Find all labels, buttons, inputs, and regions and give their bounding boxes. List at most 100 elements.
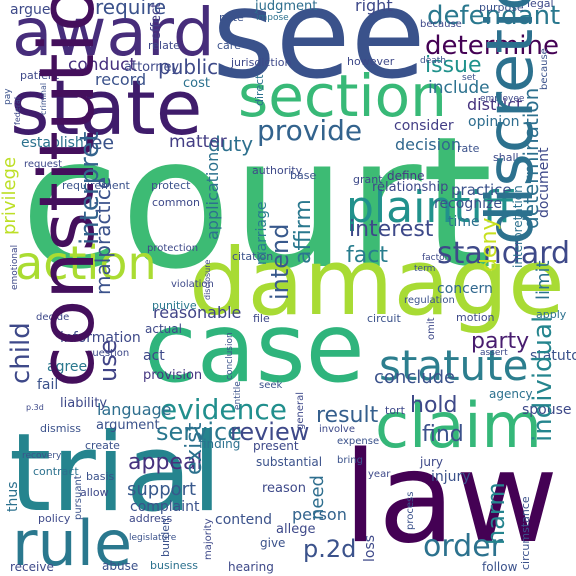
word-seek: relate xyxy=(148,39,180,52)
word-reasonable: decision xyxy=(395,135,461,154)
word-dismiss: relationship xyxy=(372,180,449,195)
word-however: jury xyxy=(420,455,443,469)
word-individual: regulation xyxy=(404,295,455,306)
word-authority: thus xyxy=(5,481,21,512)
word-process: assert xyxy=(480,348,508,358)
word-note: reason xyxy=(262,481,306,496)
word-criminal: federal xyxy=(13,96,22,125)
word-thus: year xyxy=(368,469,391,480)
word-base: policy xyxy=(38,512,71,525)
word-circumstance: circumstance xyxy=(519,496,532,570)
word-area: term xyxy=(414,264,436,274)
word-statutory: limit xyxy=(533,260,554,300)
word-majority: p.3d xyxy=(26,403,44,412)
word-support: affirm xyxy=(291,199,316,264)
word-citation: business xyxy=(150,559,198,572)
word-requirement: abuse xyxy=(102,559,139,573)
word-because: contend xyxy=(215,512,272,528)
word-motion: concern xyxy=(437,281,493,297)
word-effect: seek xyxy=(259,380,283,391)
word-allow: tort xyxy=(385,404,405,417)
word-interpretation: majority xyxy=(203,518,214,561)
word-violate: process xyxy=(405,491,416,530)
word-establish: harm xyxy=(482,482,510,545)
word-year: care xyxy=(217,39,241,52)
word-fail: matter xyxy=(169,132,227,152)
word-relationship: judgment xyxy=(255,0,318,14)
word-care: give xyxy=(260,536,286,550)
word-argue: exist xyxy=(182,422,207,475)
word-define: effect xyxy=(149,2,164,40)
word-bring: note xyxy=(219,11,244,24)
word-child: common xyxy=(152,196,200,209)
word-determination: conclusion xyxy=(225,332,235,380)
word-relate: substantial xyxy=(256,455,323,469)
word-discretion: document xyxy=(536,147,552,218)
word-assert: jurisdiction xyxy=(231,56,292,69)
word-appeal: intend xyxy=(266,223,294,301)
word-shall: basis xyxy=(86,470,115,483)
word-marriage: bring xyxy=(337,455,363,466)
word-review: fact xyxy=(346,243,388,268)
word-time: attorney xyxy=(124,60,180,75)
word-jurisdiction: loss xyxy=(362,534,378,562)
word-contend: provision xyxy=(143,368,203,383)
word-contract: motion xyxy=(456,311,495,324)
word-p3d: however xyxy=(347,55,395,68)
word-allege: language xyxy=(97,400,172,419)
word-practice: right xyxy=(355,0,393,15)
word-direct: burden xyxy=(159,517,172,557)
word-give: argument xyxy=(96,418,160,433)
word-view: factor xyxy=(422,253,449,263)
word-public: child xyxy=(6,322,36,384)
word-argument: marriage xyxy=(254,201,270,265)
word-provision: malpractice xyxy=(91,176,115,295)
word-consider: privilege xyxy=(0,156,20,235)
word-patient: injury xyxy=(431,469,471,485)
word-business: create xyxy=(85,439,120,452)
word-legislature: because xyxy=(420,19,462,30)
word-constitutional: interpretation xyxy=(511,185,525,268)
word-application: general xyxy=(295,391,306,430)
word-reason: act xyxy=(143,348,165,364)
word-right: hold xyxy=(410,393,458,418)
word-violation: follow xyxy=(482,560,518,574)
word-regulation: hearing xyxy=(228,560,274,574)
word-need: involve xyxy=(319,424,356,435)
word-finding: actual xyxy=(145,322,182,336)
word-abuse: circuit xyxy=(367,312,401,325)
word-malpractice: entitle xyxy=(233,381,243,410)
word-party: interest xyxy=(349,217,434,242)
word-burden: recovery xyxy=(22,451,62,461)
word-complaint: agency xyxy=(489,387,533,401)
word-judgment: individual xyxy=(528,315,558,442)
word-privilege: omit xyxy=(426,317,437,340)
word-question: impose xyxy=(256,13,289,23)
word-intend: protection xyxy=(147,243,199,254)
word-district: find xyxy=(422,422,464,447)
word-purpose: need xyxy=(307,475,328,520)
word-recovery: direct xyxy=(253,74,266,106)
word-cloud: court damage case see state law trial aw… xyxy=(0,0,576,576)
word-federal: pay xyxy=(3,88,13,105)
word-concern: cost xyxy=(183,76,210,91)
word-attorney: support xyxy=(127,479,197,500)
word-entitle: pursuant xyxy=(73,475,84,520)
word-injury: dismiss xyxy=(40,422,82,435)
word-death: grant xyxy=(353,173,383,186)
word-legislative: because xyxy=(539,48,550,90)
word-determine: p.2d xyxy=(303,535,357,563)
word-decide: death xyxy=(420,56,446,66)
word-deny: protect xyxy=(151,179,191,192)
word-jury: liability xyxy=(60,396,108,411)
word-receive: file xyxy=(253,312,270,325)
word-follow: present xyxy=(253,439,299,453)
word-rate: allow xyxy=(80,486,109,499)
word-evidence: deny xyxy=(477,217,502,272)
word-employee: base xyxy=(290,169,317,182)
word-exist: emotional xyxy=(10,244,20,290)
word-information: consider xyxy=(394,118,454,134)
word-conduct: use xyxy=(94,339,122,382)
word-protection: receive xyxy=(10,560,54,574)
word-legal: allege xyxy=(276,522,316,537)
